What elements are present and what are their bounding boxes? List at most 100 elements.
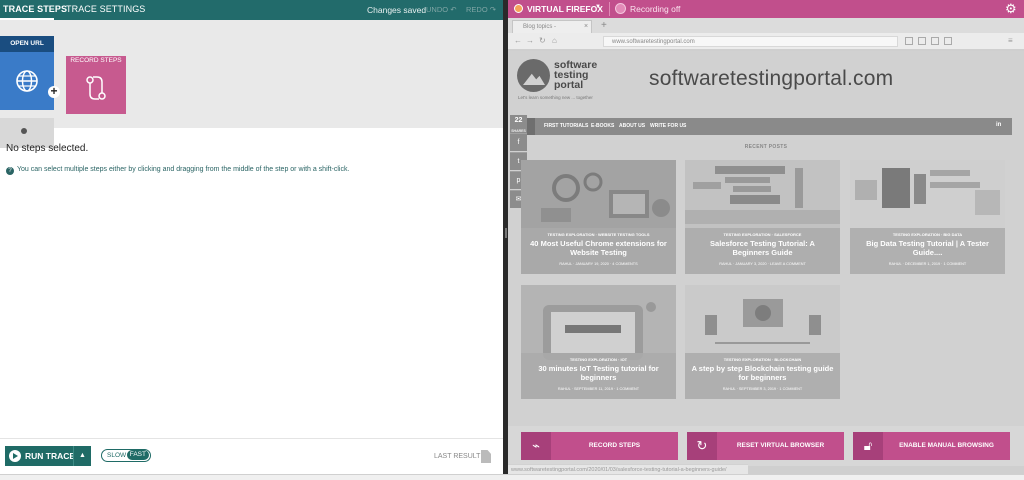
post-meta: RAHUL · JANUARY 3, 2020 · LEAVE A COMMEN… xyxy=(719,262,806,266)
menu-icon[interactable]: ≡ xyxy=(1008,36,1013,45)
redo-label: REDO xyxy=(466,5,488,14)
divider-grip[interactable] xyxy=(505,228,507,238)
selection-hint: ? You can select multiple steps either by… xyxy=(6,166,349,175)
record-steps-label: RECORD STEPS xyxy=(588,442,641,449)
nav-item[interactable]: E-BOOKS xyxy=(591,123,614,129)
step-open-url[interactable]: OPEN URL xyxy=(0,36,54,116)
post-category[interactable]: TESTING EXPLORATION · BIG DATA xyxy=(850,232,1005,237)
post-meta: RAHUL · SEPTEMBER 11, 2019 · 1 COMMENT xyxy=(557,387,640,391)
divider xyxy=(609,2,610,16)
web-page[interactable]: software testing portal Let's learn some… xyxy=(508,51,1024,426)
home-icon[interactable]: ⌂ xyxy=(552,36,557,45)
speed-slow-option[interactable]: SLOW xyxy=(104,451,129,460)
tab-trace-settings[interactable]: TRACE SETTINGS xyxy=(66,4,145,14)
firefox-icon xyxy=(514,4,523,13)
run-options-dropdown[interactable]: ▲ xyxy=(73,446,91,466)
download-icon[interactable] xyxy=(918,37,926,45)
post-category[interactable]: TESTING EXPLORATION · SALESFORCE xyxy=(685,232,840,237)
window-bottom-strip xyxy=(0,474,1024,480)
refresh-icon: ↻ xyxy=(687,432,717,460)
post-card[interactable]: TESTING EXPLORATION · SALESFORCE Salesfo… xyxy=(685,160,840,274)
run-trace-label: RUN TRACE xyxy=(25,451,76,461)
post-title[interactable]: 40 Most Useful Chrome extensions for Web… xyxy=(527,239,670,257)
post-card-overlay: TESTING EXPLORATION · IOT 30 minutes IoT… xyxy=(521,353,676,399)
browser-tab-strip: Blog topics - × + xyxy=(508,18,1024,33)
document-icon[interactable] xyxy=(481,450,491,463)
nav-item[interactable]: ABOUT US xyxy=(619,123,645,129)
nav-item[interactable]: FIRST TUTORIALS xyxy=(544,123,588,129)
sidebar-icon[interactable] xyxy=(944,37,952,45)
logo-line: portal xyxy=(554,79,584,91)
virtual-browser-pane: VIRTUAL FIREFOX ▼ Recording off ⚙ Blog t… xyxy=(508,0,1024,474)
pocket-icon[interactable] xyxy=(905,37,913,45)
last-result-link[interactable]: LAST RESULT xyxy=(434,453,480,460)
forward-icon[interactable]: → xyxy=(526,36,534,45)
step-connector-dot xyxy=(21,128,27,134)
new-tab-icon[interactable]: + xyxy=(601,20,607,31)
post-meta: RAHUL · DECEMBER 1, 2019 · 1 COMMENT xyxy=(888,262,967,266)
browser-selector[interactable]: VIRTUAL FIREFOX xyxy=(527,4,603,14)
post-card[interactable]: TESTING EXPLORATION · WEBSITE TESTING TO… xyxy=(521,160,676,274)
post-title[interactable]: A step by step Blockchain testing guide … xyxy=(691,364,834,382)
post-card-overlay: TESTING EXPLORATION · BLOCKCHAIN A step … xyxy=(685,353,840,399)
post-meta: RAHUL · SEPTEMBER 3, 2019 · 1 COMMENT xyxy=(722,387,803,391)
post-title[interactable]: Big Data Testing Tutorial | A Tester Gui… xyxy=(856,239,999,257)
step-open-url-tile[interactable] xyxy=(0,52,54,110)
share-count-value: 22 xyxy=(514,117,523,124)
post-meta: RAHUL · JANUARY 19, 2020 · 4 COMMENTS xyxy=(559,262,638,266)
post-card[interactable]: TESTING EXPLORATION · BIG DATA Big Data … xyxy=(850,160,1005,274)
linkedin-icon[interactable]: in xyxy=(996,122,1001,128)
share-count: 22 SHARES xyxy=(510,115,527,133)
post-title[interactable]: 30 minutes IoT Testing tutorial for begi… xyxy=(527,364,670,382)
run-trace-button[interactable]: RUN TRACE xyxy=(5,446,78,466)
browser-action-bar: ⌁ RECORD STEPS ↻ RESET VIRTUAL BROWSER 🔓… xyxy=(508,426,1024,466)
step-record-steps-label: RECORD STEPS xyxy=(66,56,126,66)
site-domain-heading: softwaretestingportal.com xyxy=(649,67,894,90)
reset-browser-button[interactable]: ↻ RESET VIRTUAL BROWSER xyxy=(687,432,844,460)
post-category[interactable]: TESTING EXPLORATION · IOT xyxy=(521,357,676,362)
url-bar[interactable]: www.softwaretestingportal.com xyxy=(603,36,898,47)
close-icon[interactable]: × xyxy=(584,21,588,33)
add-step-button[interactable]: + xyxy=(48,85,60,98)
undo-icon: ↶ xyxy=(450,5,457,14)
post-card-overlay: TESTING EXPLORATION · WEBSITE TESTING TO… xyxy=(521,228,676,274)
redo-button[interactable]: REDO ↷ xyxy=(466,5,496,14)
link-status-url: www.softwaretestingportal.com/2020/01/03… xyxy=(508,464,748,474)
reload-icon[interactable]: ↻ xyxy=(539,36,546,45)
post-category[interactable]: TESTING EXPLORATION · BLOCKCHAIN xyxy=(685,357,840,362)
post-title[interactable]: Salesforce Testing Tutorial: A Beginners… xyxy=(691,239,834,257)
back-icon[interactable]: ← xyxy=(514,36,522,45)
trace-editor-pane: TRACE STEPS TRACE SETTINGS Changes saved… xyxy=(0,0,503,474)
site-logo-text[interactable]: software testing portal xyxy=(554,60,597,91)
post-card[interactable]: TESTING EXPLORATION · IOT 30 minutes IoT… xyxy=(521,285,676,399)
selection-hint-text: You can select multiple steps either by … xyxy=(17,166,350,173)
globe-icon xyxy=(16,70,38,92)
speed-toggle[interactable]: SLOW FAST xyxy=(101,449,151,462)
post-card-overlay: TESTING EXPLORATION · BIG DATA Big Data … xyxy=(850,228,1005,274)
caret-up-icon: ▲ xyxy=(79,452,86,459)
steps-canvas[interactable]: OPEN URL + RECORD STEPS xyxy=(0,20,503,148)
post-card[interactable]: TESTING EXPLORATION · BLOCKCHAIN A step … xyxy=(685,285,840,399)
undo-button[interactable]: UNDO ↶ xyxy=(426,5,456,14)
library-icon[interactable] xyxy=(931,37,939,45)
empty-selection-message: No steps selected. xyxy=(6,143,89,154)
route-icon: ⌁ xyxy=(521,432,551,460)
unlock-icon: 🔓︎ xyxy=(853,432,883,460)
tab-trace-steps[interactable]: TRACE STEPS xyxy=(3,4,67,14)
save-status: Changes saved xyxy=(367,5,427,15)
gear-icon[interactable]: ⚙ xyxy=(1005,1,1017,17)
help-icon: ? xyxy=(6,167,14,175)
nav-item[interactable]: WRITE FOR US xyxy=(650,123,686,129)
manual-browsing-button[interactable]: 🔓︎ ENABLE MANUAL BROWSING xyxy=(853,432,1010,460)
post-category[interactable]: TESTING EXPLORATION · WEBSITE TESTING TO… xyxy=(521,232,676,237)
recording-status: Recording off xyxy=(630,4,681,14)
record-indicator-icon[interactable] xyxy=(615,3,626,14)
redo-icon: ↷ xyxy=(489,5,497,14)
record-steps-button[interactable]: ⌁ RECORD STEPS xyxy=(521,432,678,460)
browser-tab-title: Blog topics - xyxy=(523,24,557,30)
browser-tab[interactable]: Blog topics - × xyxy=(512,20,592,33)
chevron-down-icon[interactable]: ▼ xyxy=(595,4,601,10)
step-record-steps[interactable]: RECORD STEPS xyxy=(66,56,126,114)
speed-fast-option[interactable]: FAST xyxy=(126,450,149,460)
site-logo-icon[interactable] xyxy=(517,59,550,92)
